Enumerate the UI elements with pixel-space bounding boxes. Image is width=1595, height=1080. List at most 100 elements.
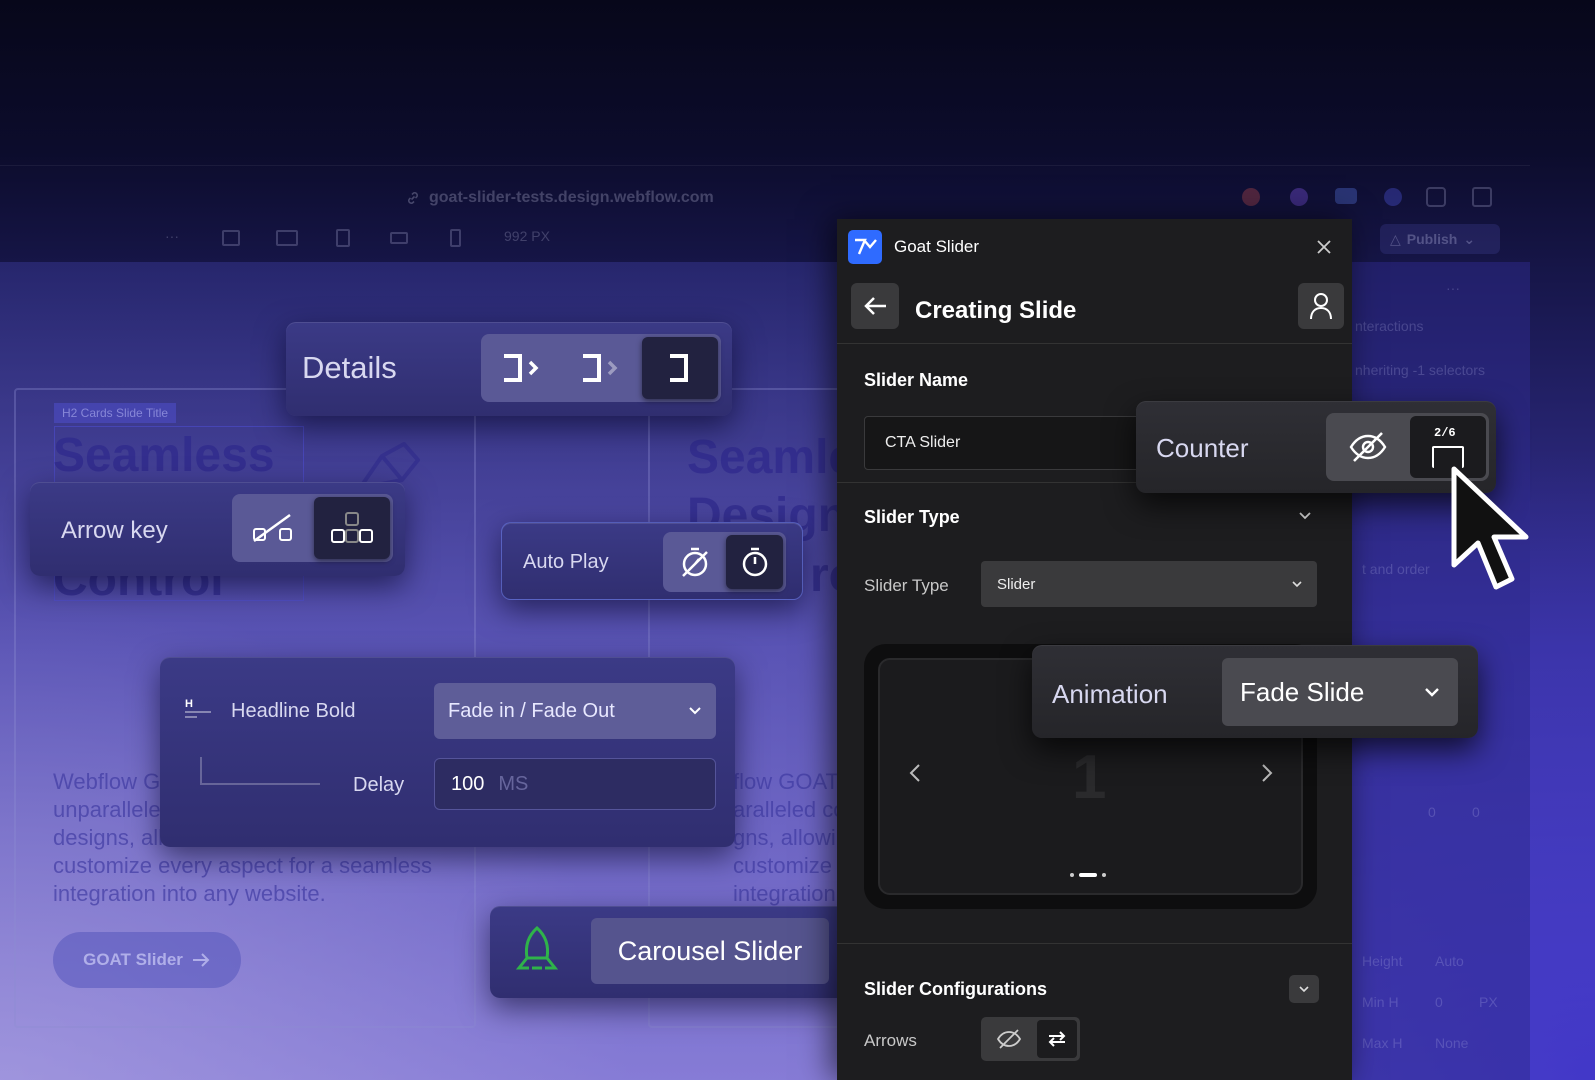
width-readout: 992 PX — [504, 228, 550, 244]
desktop-icon[interactable] — [222, 230, 240, 246]
tablet-icon[interactable] — [336, 229, 350, 247]
details-card: Details — [286, 322, 732, 416]
eye-off-icon — [996, 1029, 1022, 1049]
keys-off-icon — [253, 513, 292, 543]
carousel-slider-label: Carousel Slider — [591, 918, 829, 984]
slider-type-label: Slider Type — [864, 576, 949, 595]
counter-label: Counter — [1156, 433, 1249, 463]
details-segment — [481, 334, 721, 402]
height-input[interactable]: Auto — [1435, 953, 1464, 969]
more-icon[interactable]: ··· — [1446, 280, 1460, 296]
arrow-right-icon — [191, 952, 211, 968]
arrow-key-off[interactable] — [235, 497, 311, 559]
arrow-key-on[interactable] — [314, 497, 390, 559]
app-icon — [848, 230, 882, 264]
timer-off-icon — [681, 547, 708, 577]
interactions-tab[interactable]: nteractions — [1355, 318, 1423, 334]
avatar[interactable] — [1290, 188, 1308, 206]
configurations-heading: Slider Configurations — [864, 979, 1048, 999]
pagination-dots[interactable] — [1070, 873, 1106, 877]
more-icon[interactable]: ··· — [165, 228, 179, 252]
counter-card: Counter 2/6 — [1136, 401, 1496, 493]
close-icon[interactable] — [1315, 238, 1333, 256]
animation-select[interactable]: Fade Slide — [1222, 658, 1458, 726]
timer-icon — [742, 547, 767, 577]
avatar[interactable] — [1384, 188, 1402, 206]
details-option-none[interactable] — [642, 337, 718, 399]
auto-play-card: Auto Play — [501, 522, 803, 600]
back-button[interactable] — [851, 283, 899, 329]
auto-play-segment — [663, 532, 786, 592]
bracket-arrow-icon — [583, 354, 618, 382]
avatar[interactable] — [1242, 188, 1260, 206]
rocket-icon: △ — [1390, 230, 1401, 247]
counter-off[interactable] — [1329, 416, 1407, 478]
slide-number: 1 — [1072, 743, 1107, 812]
cursor-icon — [1450, 465, 1530, 597]
inheriting-label: nheriting -1 selectors — [1355, 362, 1485, 378]
chevron-down-icon — [1424, 686, 1440, 698]
bracket-arrow-icon — [504, 354, 539, 382]
goat-slider-button[interactable]: GOAT Slider — [53, 932, 241, 988]
details-option-expand[interactable] — [484, 337, 560, 399]
delay-input[interactable]: 100 MS — [434, 758, 716, 810]
slider-type-select[interactable]: Slider — [981, 561, 1317, 607]
value-label: 0 — [1472, 804, 1480, 820]
details-option-fade[interactable] — [563, 337, 639, 399]
url-text: goat-slider-tests.design.webflow.com — [429, 189, 714, 206]
max-height-label: Max H — [1362, 1035, 1403, 1051]
eye-off-icon — [1349, 432, 1387, 462]
rocket-icon — [512, 924, 562, 980]
url-bar[interactable]: goat-slider-tests.design.webflow.com — [405, 189, 714, 207]
headline-label: Headline Bold — [231, 700, 356, 722]
svg-text:H: H — [185, 698, 193, 710]
heart-icon[interactable] — [1335, 188, 1357, 204]
chevron-down-icon — [1299, 986, 1309, 993]
link-icon — [405, 190, 421, 206]
max-height-input[interactable]: None — [1435, 1035, 1468, 1051]
min-height-input[interactable]: 0 — [1435, 994, 1443, 1010]
arrow-key-label: Arrow key — [61, 517, 168, 544]
chevron-right-icon[interactable] — [1260, 762, 1274, 784]
slider-name-heading: Slider Name — [864, 370, 969, 390]
details-label: Details — [302, 350, 397, 385]
panel-title: Creating Slide — [915, 297, 1077, 324]
card-heading: Seamle — [687, 431, 856, 484]
headline-effect-select[interactable]: Fade in / Fade Out — [434, 683, 716, 739]
animation-card: Animation Fade Slide — [1032, 645, 1478, 738]
arrows-segment — [981, 1017, 1080, 1061]
publish-button[interactable]: △ Publish ⌄ — [1380, 224, 1500, 254]
page-icon[interactable] — [1426, 187, 1446, 207]
divider — [837, 943, 1352, 944]
element-tag: H2 Cards Slide Title — [54, 403, 177, 423]
swap-arrows-icon — [1048, 1031, 1066, 1047]
chevron-down-icon — [1291, 580, 1303, 588]
auto-play-on[interactable] — [726, 535, 783, 589]
panel-toggle-icon[interactable] — [1472, 187, 1492, 207]
collapse-button[interactable] — [1289, 975, 1319, 1003]
app-name: Goat Slider — [894, 237, 980, 256]
landscape-icon[interactable] — [390, 232, 408, 244]
chevron-down-icon[interactable] — [1298, 511, 1312, 521]
desktop-star-icon[interactable] — [276, 230, 298, 246]
divider — [837, 343, 1352, 344]
chevron-left-icon[interactable] — [908, 762, 922, 784]
tree-connector — [200, 757, 320, 785]
carousel-slider-card[interactable]: Carousel Slider — [490, 906, 848, 998]
account-button[interactable] — [1298, 283, 1344, 329]
auto-play-label: Auto Play — [523, 551, 609, 573]
bracket-icon — [670, 354, 688, 382]
auto-play-off[interactable] — [666, 535, 723, 589]
arrows-off[interactable] — [984, 1020, 1034, 1058]
arrow-key-segment — [232, 494, 393, 562]
arrows-label: Arrows — [864, 1031, 917, 1050]
heading-icon: H — [185, 697, 213, 721]
headline-animation-card: H Headline Bold Fade in / Fade Out Delay… — [160, 657, 735, 847]
arrow-left-icon — [864, 297, 886, 315]
slider-type-heading: Slider Type — [864, 507, 960, 527]
value-label: 0 — [1428, 804, 1436, 820]
arrows-on[interactable] — [1037, 1020, 1077, 1058]
slider-name-input[interactable]: CTA Slider — [864, 416, 1164, 470]
mobile-icon[interactable] — [450, 229, 461, 247]
arrow-key-card: Arrow key — [30, 482, 405, 576]
